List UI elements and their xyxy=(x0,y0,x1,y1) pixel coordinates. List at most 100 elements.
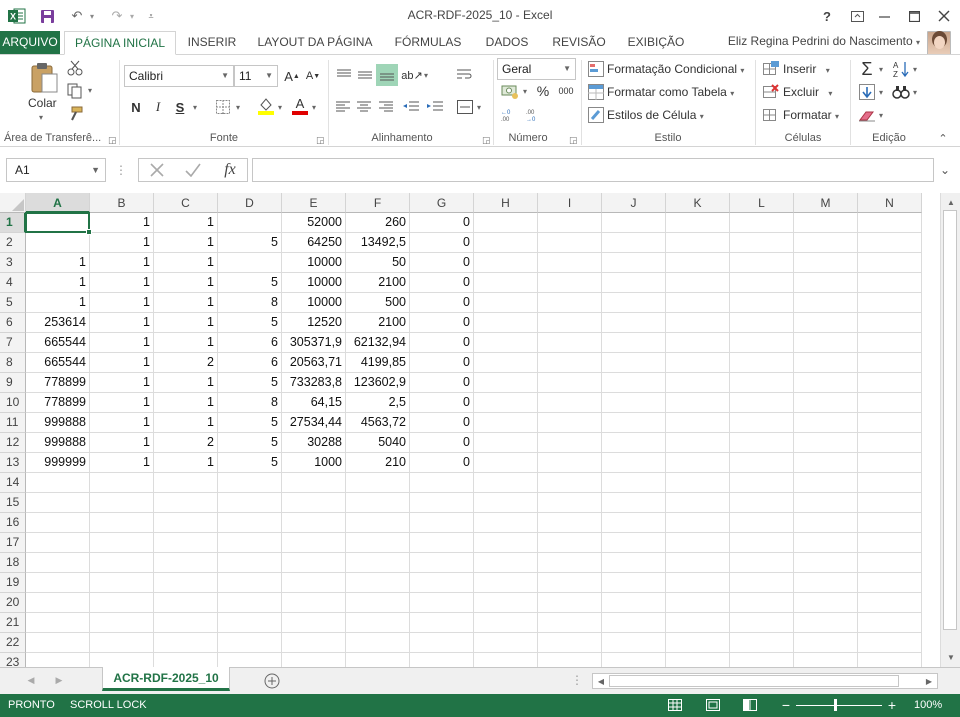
expand-formula-bar-icon[interactable]: ⌄ xyxy=(936,161,954,179)
cell-c11[interactable]: 1 xyxy=(154,413,218,433)
italic-button[interactable]: I xyxy=(150,97,166,117)
conditional-formatting-icon[interactable] xyxy=(587,60,605,78)
cell-f23[interactable] xyxy=(346,653,410,667)
row-header-20[interactable]: 20 xyxy=(0,593,26,613)
cell-j4[interactable] xyxy=(602,273,666,293)
cell-j15[interactable] xyxy=(602,493,666,513)
cell-g13[interactable]: 0 xyxy=(410,453,474,473)
cell-c23[interactable] xyxy=(154,653,218,667)
cell-i13[interactable] xyxy=(538,453,602,473)
cell-g2[interactable]: 0 xyxy=(410,233,474,253)
cell-n18[interactable] xyxy=(858,553,922,573)
cell-e4[interactable]: 10000 xyxy=(282,273,346,293)
cell-i19[interactable] xyxy=(538,573,602,593)
number-launcher-icon[interactable]: ◲ xyxy=(569,135,578,146)
cell-a3[interactable]: 1 xyxy=(26,253,90,273)
ribbon-display-icon[interactable] xyxy=(845,6,869,26)
autosum-dropdown-icon[interactable]: ▾ xyxy=(879,65,883,74)
cell-n6[interactable] xyxy=(858,313,922,333)
cell-g6[interactable]: 0 xyxy=(410,313,474,333)
tab-formulas[interactable]: FÓRMULAS xyxy=(386,31,470,55)
format-as-table-button[interactable]: Formatar como Tabela ▾ xyxy=(607,85,734,99)
increase-indent-icon[interactable] xyxy=(425,97,445,117)
cell-k15[interactable] xyxy=(666,493,730,513)
scroll-left-icon[interactable]: ◀ xyxy=(595,675,607,687)
insert-function-icon[interactable]: fx xyxy=(219,160,241,180)
row-header-22[interactable]: 22 xyxy=(0,633,26,653)
cell-k10[interactable] xyxy=(666,393,730,413)
zoom-slider[interactable] xyxy=(796,705,882,706)
cell-c14[interactable] xyxy=(154,473,218,493)
tab-dados[interactable]: DADOS xyxy=(478,31,536,55)
cell-l22[interactable] xyxy=(730,633,794,653)
cell-j1[interactable] xyxy=(602,213,666,233)
shrink-font-icon[interactable]: A ▼ xyxy=(305,67,321,85)
column-header-b[interactable]: B xyxy=(90,193,154,213)
cell-f16[interactable] xyxy=(346,513,410,533)
percent-button[interactable]: % xyxy=(535,81,551,101)
paste-dropdown-icon[interactable]: ▾ xyxy=(39,113,43,122)
cell-n14[interactable] xyxy=(858,473,922,493)
cell-j10[interactable] xyxy=(602,393,666,413)
cell-b1[interactable]: 1 xyxy=(90,213,154,233)
spreadsheet-grid[interactable]: ABCDEFGHIJKLMN 1 2 3 4 5 6 7 8 9 10 11 12 13 14 15 16 17… xyxy=(0,193,960,667)
zoom-in-icon[interactable]: + xyxy=(886,697,898,713)
cell-m15[interactable] xyxy=(794,493,858,513)
cell-b14[interactable] xyxy=(90,473,154,493)
cell-n13[interactable] xyxy=(858,453,922,473)
cell-b9[interactable]: 1 xyxy=(90,373,154,393)
cell-a9[interactable]: 778899 xyxy=(26,373,90,393)
cell-m10[interactable] xyxy=(794,393,858,413)
cell-d2[interactable]: 5 xyxy=(218,233,282,253)
align-center-icon[interactable] xyxy=(355,97,373,117)
cell-k19[interactable] xyxy=(666,573,730,593)
cell-i18[interactable] xyxy=(538,553,602,573)
cell-g19[interactable] xyxy=(410,573,474,593)
cell-i17[interactable] xyxy=(538,533,602,553)
cell-k16[interactable] xyxy=(666,513,730,533)
cell-i7[interactable] xyxy=(538,333,602,353)
cell-d10[interactable]: 8 xyxy=(218,393,282,413)
vertical-scrollbar[interactable]: ▲ ▼ xyxy=(940,193,960,667)
cell-e14[interactable] xyxy=(282,473,346,493)
row-header-2[interactable]: 2 xyxy=(0,233,26,253)
row-header-7[interactable]: 7 xyxy=(0,333,26,353)
align-left-icon[interactable] xyxy=(334,97,352,117)
cell-c12[interactable]: 2 xyxy=(154,433,218,453)
maximize-icon[interactable] xyxy=(902,6,926,26)
cell-g17[interactable] xyxy=(410,533,474,553)
column-header-n[interactable]: N xyxy=(858,193,922,213)
cell-l3[interactable] xyxy=(730,253,794,273)
row-header-11[interactable]: 11 xyxy=(0,413,26,433)
cell-f20[interactable] xyxy=(346,593,410,613)
paste-button[interactable]: Colar xyxy=(28,96,57,110)
cell-g16[interactable] xyxy=(410,513,474,533)
cell-b2[interactable]: 1 xyxy=(90,233,154,253)
cell-d20[interactable] xyxy=(218,593,282,613)
cell-b10[interactable]: 1 xyxy=(90,393,154,413)
cell-j6[interactable] xyxy=(602,313,666,333)
cell-i9[interactable] xyxy=(538,373,602,393)
cell-f7[interactable]: 62132,94 xyxy=(346,333,410,353)
close-icon[interactable] xyxy=(932,6,956,26)
cell-n10[interactable] xyxy=(858,393,922,413)
cell-n9[interactable] xyxy=(858,373,922,393)
cell-d6[interactable]: 5 xyxy=(218,313,282,333)
sheet-next-icon[interactable]: ▶ xyxy=(52,673,66,687)
cell-j2[interactable] xyxy=(602,233,666,253)
cell-m23[interactable] xyxy=(794,653,858,667)
cell-styles-button[interactable]: Estilos de Célula ▾ xyxy=(607,108,704,122)
cell-b7[interactable]: 1 xyxy=(90,333,154,353)
cell-g10[interactable]: 0 xyxy=(410,393,474,413)
cell-g20[interactable] xyxy=(410,593,474,613)
cell-l8[interactable] xyxy=(730,353,794,373)
cell-l17[interactable] xyxy=(730,533,794,553)
cell-k22[interactable] xyxy=(666,633,730,653)
cell-f10[interactable]: 2,5 xyxy=(346,393,410,413)
row-header-10[interactable]: 10 xyxy=(0,393,26,413)
cell-j13[interactable] xyxy=(602,453,666,473)
cell-j5[interactable] xyxy=(602,293,666,313)
cell-h16[interactable] xyxy=(474,513,538,533)
cell-c22[interactable] xyxy=(154,633,218,653)
cell-d19[interactable] xyxy=(218,573,282,593)
